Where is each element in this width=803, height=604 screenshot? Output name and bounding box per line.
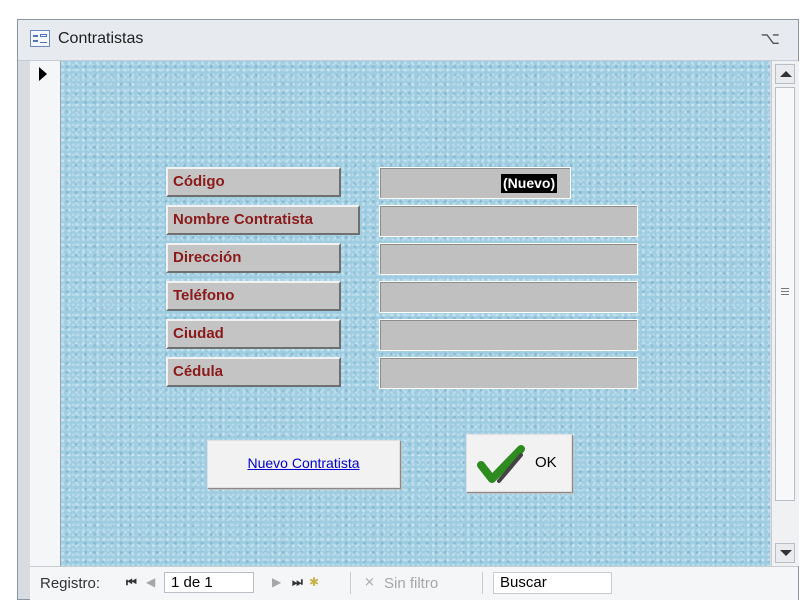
codigo-label: Código (166, 167, 341, 197)
ok-button-label: OK (535, 454, 557, 471)
nuevo-contratista-button[interactable]: Nuevo Contratista (207, 440, 400, 488)
ok-button[interactable]: OK (466, 434, 572, 492)
record-navigation-bar: Registro: ⏮ ◀ 1 de 1 ▶ ⏭ ✱ ⨯ Sin filtro … (30, 566, 798, 600)
next-record-icon[interactable]: ▶ (272, 575, 281, 589)
filter-icon[interactable]: ⨯ (364, 574, 375, 590)
form-detail-section: Código (Nuevo) Nombre Contratista Direcc… (61, 61, 770, 566)
close-icon[interactable]: ⌥ (760, 29, 780, 49)
checkmark-icon (477, 445, 525, 483)
scroll-thumb[interactable] (775, 87, 795, 501)
grip-icon (781, 288, 789, 289)
form-icon (30, 30, 50, 47)
telefono-field[interactable] (379, 281, 638, 313)
first-record-icon[interactable]: ⏮ (126, 575, 137, 590)
title-bar: Contratistas ⌥ (18, 20, 798, 61)
cedula-label: Cédula (166, 357, 341, 387)
nombre-contratista-label: Nombre Contratista (166, 205, 360, 235)
record-label: Registro: (40, 575, 101, 592)
nuevo-placeholder: (Nuevo) (501, 174, 558, 193)
last-record-icon[interactable]: ⏭ (292, 575, 303, 590)
current-record-arrow-icon (39, 67, 47, 81)
record-number-input[interactable]: 1 de 1 (164, 572, 254, 593)
scroll-down-icon[interactable] (775, 543, 795, 563)
window-title: Contratistas (58, 30, 144, 47)
vertical-scrollbar[interactable] (771, 61, 799, 566)
nav-divider (482, 572, 483, 594)
direccion-label: Dirección (166, 243, 341, 273)
search-input[interactable]: Buscar (493, 572, 612, 594)
record-selector[interactable] (30, 61, 61, 566)
ciudad-field[interactable] (379, 319, 638, 351)
nombre-contratista-field[interactable] (379, 205, 638, 237)
ciudad-label: Ciudad (166, 319, 341, 349)
new-record-icon[interactable]: ✱ (309, 575, 319, 589)
direccion-field[interactable] (379, 243, 638, 275)
scroll-up-icon[interactable] (775, 64, 795, 84)
contratistas-form-window: Contratistas ⌥ Código (Nuevo) Nombre Con… (17, 19, 799, 600)
nav-divider (350, 572, 351, 594)
telefono-label: Teléfono (166, 281, 341, 311)
codigo-field[interactable]: (Nuevo) (379, 167, 571, 199)
previous-record-icon[interactable]: ◀ (146, 575, 155, 589)
cedula-field[interactable] (379, 357, 638, 389)
no-filter-label[interactable]: Sin filtro (384, 575, 438, 592)
